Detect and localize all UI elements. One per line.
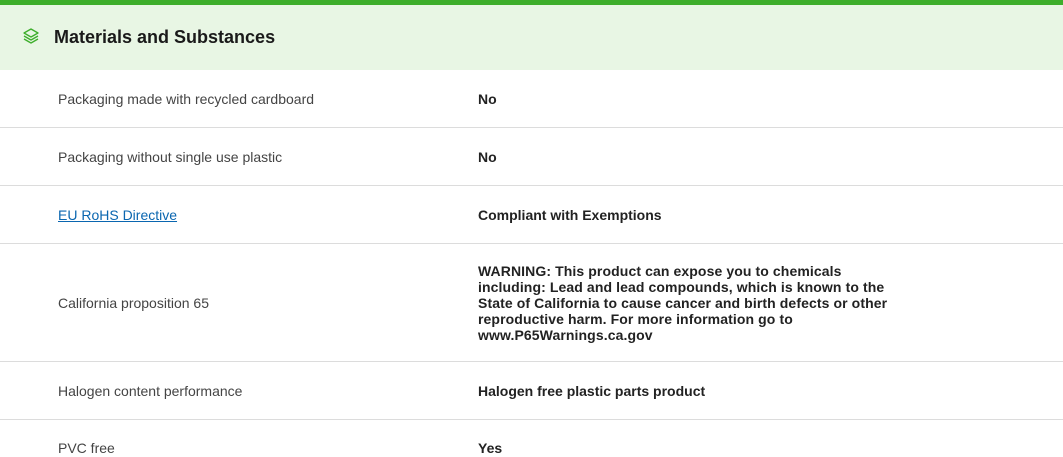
prop65-warning-text: WARNING: This product can expose you to … <box>478 262 888 343</box>
table-row: PVC free Yes <box>0 420 1063 457</box>
row-label: California proposition 65 <box>58 294 209 311</box>
table-row: California proposition 65 WARNING: This … <box>0 244 1063 362</box>
table-row: Packaging without single use plastic No <box>0 128 1063 186</box>
row-value: No <box>478 148 497 165</box>
table-row: Packaging made with recycled cardboard N… <box>0 70 1063 128</box>
row-value: Halogen free plastic parts product <box>478 382 706 399</box>
materials-substances-panel: Materials and Substances Packaging made … <box>0 0 1063 457</box>
section-title: Materials and Substances <box>54 27 276 47</box>
layers-icon <box>22 27 40 45</box>
section-header[interactable]: Materials and Substances <box>0 5 1063 70</box>
eu-rohs-directive-link[interactable]: EU RoHS Directive <box>58 207 177 223</box>
row-value: Yes <box>478 439 503 456</box>
row-value: No <box>478 90 497 107</box>
row-label: PVC free <box>58 439 115 456</box>
table-row: Halogen content performance Halogen free… <box>0 362 1063 420</box>
row-label-cell: EU RoHS Directive <box>0 186 478 243</box>
row-value: Compliant with Exemptions <box>478 206 662 223</box>
row-label: Packaging made with recycled cardboard <box>58 90 315 107</box>
row-label: Halogen content performance <box>58 382 243 399</box>
attribute-table: Packaging made with recycled cardboard N… <box>0 70 1063 457</box>
row-label: Packaging without single use plastic <box>58 148 283 165</box>
table-row: EU RoHS Directive Compliant with Exempti… <box>0 186 1063 244</box>
